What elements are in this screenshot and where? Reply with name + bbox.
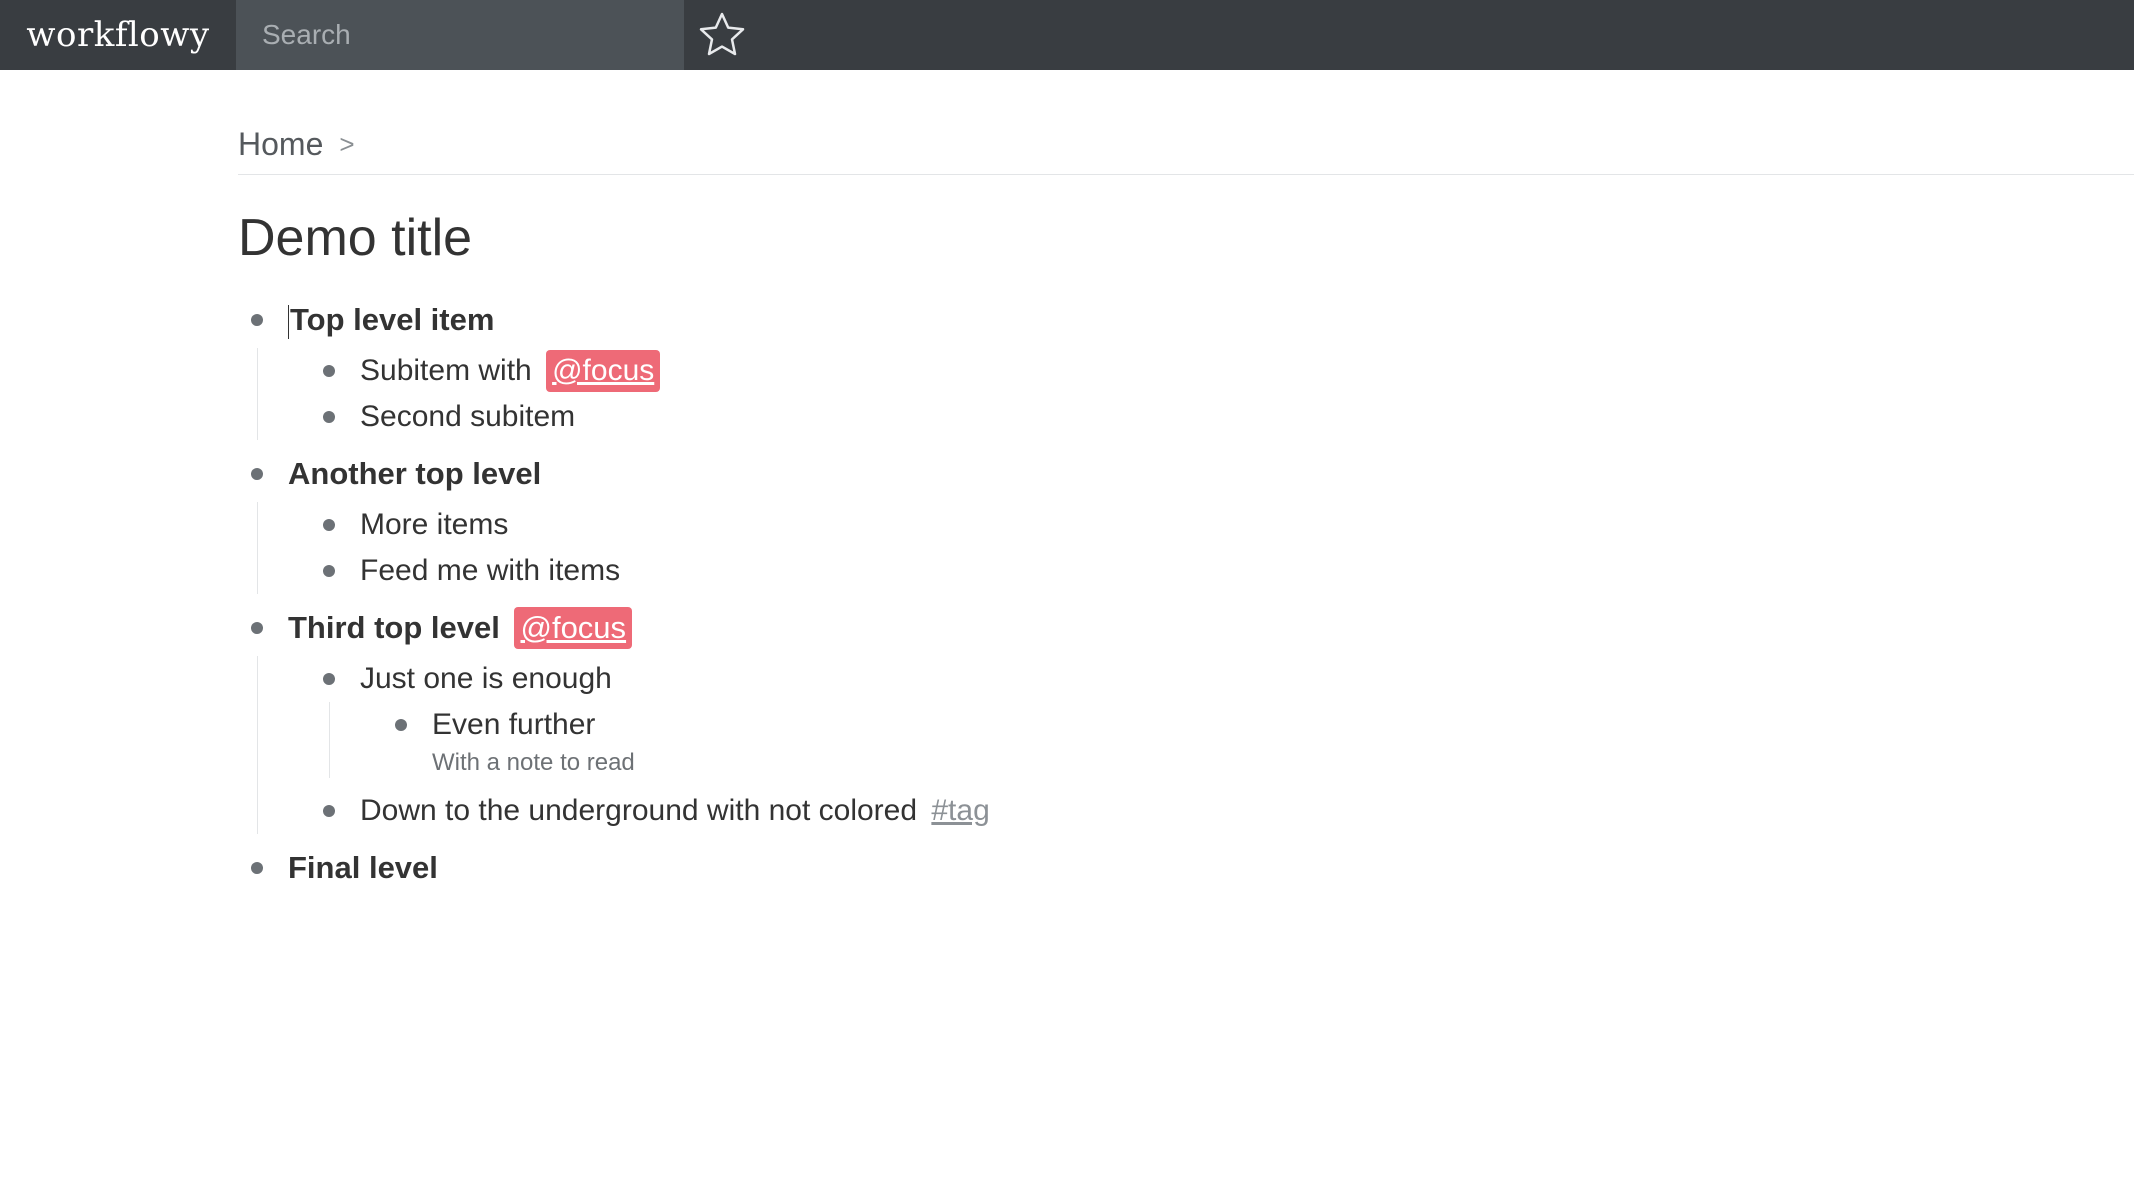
child-list: Subitem with @focus Second subitem [257, 348, 1938, 440]
outline-item: Another top level More items Feed me wit… [238, 446, 1938, 594]
outline-item-row[interactable]: Second subitem [310, 394, 1938, 440]
breadcrumb-home-link[interactable]: Home [238, 126, 323, 163]
top-bar: workflowy [0, 0, 2134, 70]
bullet-icon[interactable] [323, 411, 335, 423]
outline-item: Subitem with @focus [310, 348, 1938, 394]
item-text[interactable]: Third top level [288, 610, 500, 645]
item-text[interactable]: Feed me with items [360, 554, 620, 587]
bullet-icon[interactable] [323, 565, 335, 577]
item-text[interactable]: Another top level [288, 456, 541, 491]
outline-item: Just one is enough Even further With a n… [310, 656, 1938, 778]
outline-item: Second subitem [310, 394, 1938, 440]
logo[interactable]: workflowy [0, 0, 236, 70]
item-text[interactable]: Down to the underground with not colored [360, 794, 917, 827]
hashtag[interactable]: #tag [931, 794, 989, 827]
outline-item-row[interactable]: Just one is enough [310, 656, 1938, 702]
item-text[interactable]: Just one is enough [360, 662, 612, 695]
outline-item-row[interactable]: Even further [382, 702, 1938, 748]
outline-list: Top level item Subitem with @focus Secon… [238, 296, 1938, 896]
outline-item: Down to the underground with not colored… [310, 788, 1938, 834]
outline-item-row[interactable]: Subitem with @focus [310, 348, 1938, 394]
bullet-icon[interactable] [251, 862, 263, 874]
child-list: More items Feed me with items [257, 502, 1938, 594]
focus-tag[interactable]: @focus [514, 607, 633, 649]
outline-item: Feed me with items [310, 548, 1938, 594]
outline-item: Top level item Subitem with @focus Secon… [238, 296, 1938, 440]
outline-item: Final level [238, 840, 1938, 896]
bullet-icon[interactable] [323, 365, 335, 377]
breadcrumb-separator: > [339, 129, 355, 159]
outline-item-row[interactable]: Another top level [238, 446, 1938, 502]
child-list: Even further With a note to read [329, 702, 1938, 778]
breadcrumb-divider [238, 174, 2134, 175]
star-icon[interactable] [696, 9, 748, 61]
outline-item-row[interactable]: Down to the underground with not colored… [310, 788, 1938, 834]
search-input[interactable] [260, 18, 684, 52]
outline-item-row[interactable]: More items [310, 502, 1938, 548]
bullet-icon[interactable] [251, 468, 263, 480]
bullet-icon[interactable] [251, 314, 263, 326]
bullet-icon[interactable] [251, 622, 263, 634]
outline-item-row[interactable]: Final level [238, 840, 1938, 896]
outline-item: More items [310, 502, 1938, 548]
item-text[interactable]: Subitem with [360, 354, 532, 387]
focus-tag[interactable]: @focus [546, 350, 661, 392]
item-text[interactable]: Even further [432, 708, 595, 741]
bullet-icon[interactable] [395, 719, 407, 731]
item-note[interactable]: With a note to read [382, 748, 1938, 778]
outline-item-row[interactable]: Third top level @focus [238, 600, 1938, 656]
outline-item: Third top level @focus Just one is enoug… [238, 600, 1938, 834]
bullet-icon[interactable] [323, 519, 335, 531]
outline-item-row[interactable]: Top level item [238, 296, 1938, 348]
item-text[interactable]: Top level item [290, 302, 494, 337]
item-text[interactable]: Second subitem [360, 400, 575, 433]
bullet-icon[interactable] [323, 805, 335, 817]
breadcrumb: Home > [238, 126, 355, 163]
outline-item-row[interactable]: Feed me with items [310, 548, 1938, 594]
page-title[interactable]: Demo title [238, 208, 472, 268]
item-text[interactable]: More items [360, 508, 508, 541]
item-text[interactable]: Final level [288, 850, 438, 885]
bullet-icon[interactable] [323, 673, 335, 685]
outline-item: Even further With a note to read [382, 702, 1938, 778]
search-box[interactable] [236, 0, 684, 70]
child-list: Just one is enough Even further With a n… [257, 656, 1938, 834]
text-cursor [288, 304, 289, 339]
